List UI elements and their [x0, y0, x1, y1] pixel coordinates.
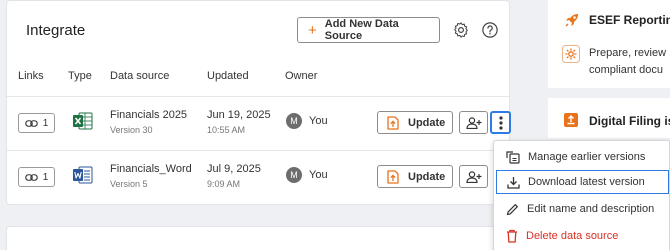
share-button[interactable]	[459, 111, 488, 134]
menu-item-edit-name-and-description[interactable]: Edit name and description	[496, 197, 669, 221]
avatar: M	[286, 167, 302, 183]
updated-time: 10:55 AM	[207, 125, 246, 135]
owner: M You	[286, 113, 328, 129]
esef-reporting-title[interactable]: ESEF Reporting	[589, 13, 670, 27]
table-row: 1 Financials 2025 Version 30 Jun 19, 202…	[0, 97, 511, 147]
gear-icon[interactable]	[452, 21, 470, 39]
page-title: Integrate	[26, 22, 86, 39]
help-icon[interactable]	[481, 21, 499, 39]
update-button[interactable]: Update	[377, 111, 453, 134]
plus-icon: +	[308, 21, 317, 39]
menu-item-label: Manage earlier versions	[528, 151, 646, 163]
update-label: Update	[408, 116, 446, 129]
add-new-data-source-label: Add New Data Source	[324, 18, 399, 42]
update-label: Update	[408, 170, 446, 183]
word-icon	[73, 166, 93, 184]
pencil-icon	[506, 203, 518, 215]
links-count-button[interactable]: 1	[18, 113, 55, 133]
data-source-version: Version 30	[110, 125, 153, 135]
updated-date: Jun 19, 2025	[207, 109, 271, 121]
update-button[interactable]: Update	[377, 165, 453, 188]
upload-box-icon	[564, 113, 578, 127]
updated-time: 9:09 AM	[207, 179, 241, 189]
more-options-menu: Manage earlier versions Download latest …	[493, 140, 670, 250]
column-header-owner: Owner	[285, 70, 318, 82]
column-header-links: Links	[18, 70, 44, 82]
menu-item-label: Download latest version	[528, 176, 645, 188]
update-file-icon	[387, 169, 399, 184]
column-header-updated: Updated	[207, 70, 249, 82]
data-source-name[interactable]: Financials 2025	[110, 109, 187, 121]
column-header-data-source: Data source	[110, 70, 170, 82]
add-new-data-source-button[interactable]: + Add New Data Source	[297, 17, 440, 43]
digital-filing-title[interactable]: Digital Filing is	[589, 114, 670, 128]
owner-name: You	[309, 169, 328, 181]
esef-description-line-1: Prepare, review	[589, 47, 667, 59]
menu-item-label: Edit name and description	[527, 203, 655, 215]
share-button[interactable]	[459, 165, 488, 188]
download-icon	[507, 176, 520, 189]
avatar: M	[286, 113, 302, 129]
add-user-icon	[465, 170, 481, 183]
link-icon	[24, 173, 38, 181]
link-icon	[24, 119, 38, 127]
more-options-button[interactable]	[490, 111, 511, 134]
secondary-card	[6, 226, 510, 250]
menu-item-delete-data-source[interactable]: Delete data source	[496, 224, 669, 248]
trash-icon	[507, 229, 517, 243]
add-user-icon	[465, 116, 481, 129]
table-row: 1 Financials_Word Version 5 Jul 9, 2025 …	[0, 151, 510, 201]
owner-name: You	[309, 115, 328, 127]
owner: M You	[286, 167, 328, 183]
menu-item-label: Delete data source	[526, 230, 619, 242]
links-count-button[interactable]: 1	[18, 167, 55, 187]
menu-item-manage-earlier-versions[interactable]: Manage earlier versions	[496, 145, 669, 169]
links-count: 1	[42, 117, 49, 129]
excel-icon	[73, 112, 93, 130]
versions-icon	[506, 150, 520, 164]
data-source-name[interactable]: Financials_Word	[110, 163, 192, 175]
settings-badge-icon	[562, 45, 580, 63]
updated-date: Jul 9, 2025	[207, 163, 261, 175]
menu-item-download-latest-version[interactable]: Download latest version	[496, 170, 669, 194]
esef-description-line-2: compliant docu	[589, 64, 663, 76]
update-file-icon	[387, 115, 399, 130]
data-source-version: Version 5	[110, 179, 148, 189]
column-header-type: Type	[68, 70, 92, 82]
kebab-icon	[498, 115, 503, 130]
links-count: 1	[42, 171, 49, 183]
rocket-icon	[565, 14, 578, 27]
